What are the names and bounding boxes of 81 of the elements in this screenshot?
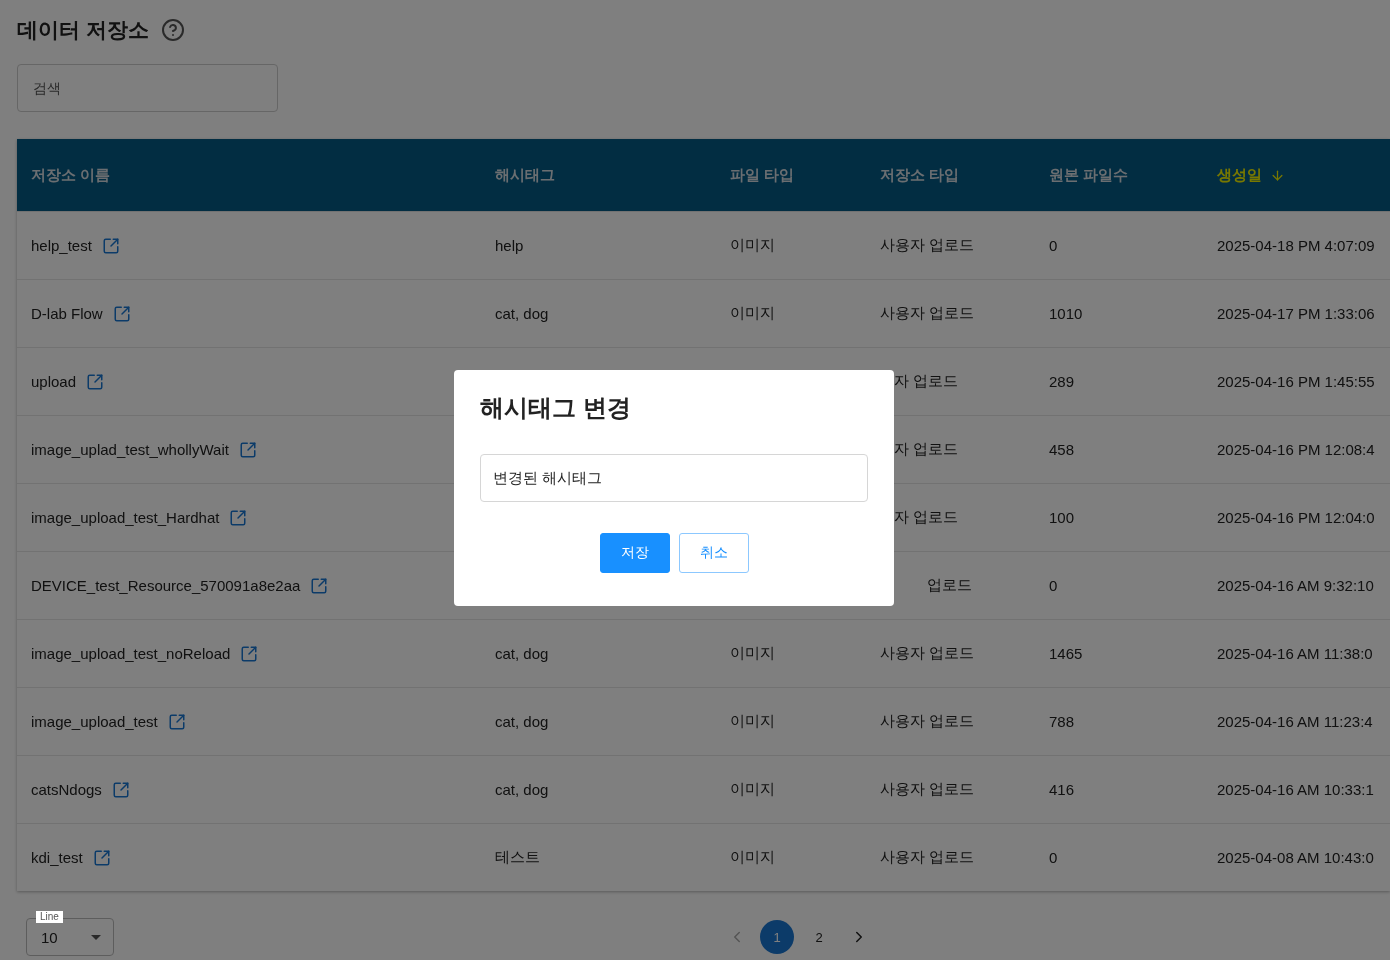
table-cell-text: 사용자 업로드 [879,712,976,731]
table-cell-text: 788 [1048,713,1076,730]
table-cell-text: cat, dog [494,645,550,662]
table-cell-text: 2025-04-08 AM 10:43:0 [1216,849,1375,866]
table-cell-text: 사용자 업로드 [879,644,976,663]
repository-name[interactable]: image_upload_test [31,713,158,730]
repository-name[interactable]: help_test [31,237,92,254]
table-cell-text: 1465 [1048,645,1084,662]
hashtag-input[interactable]: 변경된 해시태그 [480,454,868,502]
table-cell-text: 자 업로드 [893,440,960,459]
table-cell-text: 2025-04-16 AM 11:23:4 [1216,713,1374,730]
table-cell-text: 458 [1048,441,1076,458]
table-cell-text: 1010 [1048,305,1084,322]
table-cell-text: 테스트 [494,848,541,867]
table-cell-text: 이미지 [729,712,776,731]
column-header[interactable]: 해시태그 [481,165,716,185]
external-link-icon[interactable] [111,780,130,799]
table-cell-text: 2025-04-16 AM 11:38:0 [1216,645,1374,662]
repository-name[interactable]: image_upload_test_Hardhat [31,509,220,526]
save-button[interactable]: 저장 [599,533,670,573]
table-cell-text: 이미지 [729,236,776,255]
table-cell-text: 이미지 [729,780,776,799]
table-cell-text: 2025-04-16 PM 1:45:55 [1216,373,1376,390]
page-button[interactable]: 2 [802,920,836,954]
repository-name[interactable]: D-lab Flow [31,305,103,322]
table-cell-text: 2025-04-16 AM 9:32:10 [1216,577,1375,594]
table-cell-text: 사용자 업로드 [879,848,976,867]
column-header[interactable]: 원본 파일수 [1035,165,1203,185]
external-link-icon[interactable] [310,576,329,595]
external-link-icon[interactable] [229,508,248,527]
table-cell-text: 사용자 업로드 [879,304,976,323]
table-cell-text: cat, dog [494,781,550,798]
table-cell-text: 이미지 [729,304,776,323]
dropdown-icon [91,934,101,940]
external-link-icon[interactable] [92,848,111,867]
dialog-title: 해시태그 변경 [480,393,632,423]
external-link-icon[interactable] [86,372,105,391]
table-cell-text: 업로드 [926,576,973,595]
table-cell-text: 사용자 업로드 [879,780,976,799]
external-link-icon[interactable] [112,304,131,323]
table-cell-text: cat, dog [494,713,550,730]
repository-name[interactable]: image_uplad_test_whollyWait [31,441,229,458]
help-icon[interactable] [160,18,185,42]
table-cell-text: cat, dog [494,305,550,322]
table-cell-text: 2025-04-18 PM 4:07:09 [1216,237,1376,254]
column-header[interactable]: 파일 타입 [716,165,866,185]
table-cell-text: 2025-04-16 PM 12:08:4 [1216,441,1376,458]
page-button[interactable]: 1 [760,920,794,954]
table-cell-text: 이미지 [729,644,776,663]
repository-name[interactable]: kdi_test [31,849,83,866]
repository-name[interactable]: DEVICE_test_Resource_570091a8e2aa [31,577,301,594]
table-cell-text: 사용자 업로드 [879,236,976,255]
repository-name[interactable]: upload [31,373,77,390]
table-cell-text: 100 [1048,509,1076,526]
repository-name[interactable]: image_upload_test_noReload [31,645,231,662]
column-header[interactable]: 저장소 타입 [866,165,1035,185]
table-cell-text: 289 [1048,373,1076,390]
table-cell-text: 2025-04-16 PM 12:04:0 [1216,509,1376,526]
page-title: 데이터 저장소 [17,17,149,43]
external-link-icon[interactable] [238,440,257,459]
table-cell-text: 0 [1048,577,1059,594]
table-cell-text: 2025-04-16 AM 10:33:1 [1216,781,1375,798]
table-cell-text: 자 업로드 [893,372,960,391]
external-link-icon[interactable] [240,644,259,663]
table-cell-text: 자 업로드 [893,508,960,527]
column-header[interactable]: 생성일 [1203,165,1390,185]
table-cell-text: 2025-04-17 PM 1:33:06 [1216,305,1376,322]
table-cell-text: 416 [1048,781,1076,798]
select-label: Line [36,911,63,923]
table-cell-text: 0 [1048,849,1059,866]
column-header[interactable]: 저장소 이름 [17,165,481,185]
table-cell-text: help [494,237,525,254]
external-link-icon[interactable] [167,712,186,731]
external-link-icon[interactable] [101,236,120,255]
search-field[interactable]: 검색 [17,64,278,112]
table-cell-text: 0 [1048,237,1059,254]
select-value: 10 [41,928,58,946]
table-cell-text: 이미지 [729,848,776,867]
repository-name[interactable]: catsNdogs [31,781,102,798]
cancel-button[interactable]: 취소 [678,533,749,573]
sort-icon [1270,167,1285,183]
